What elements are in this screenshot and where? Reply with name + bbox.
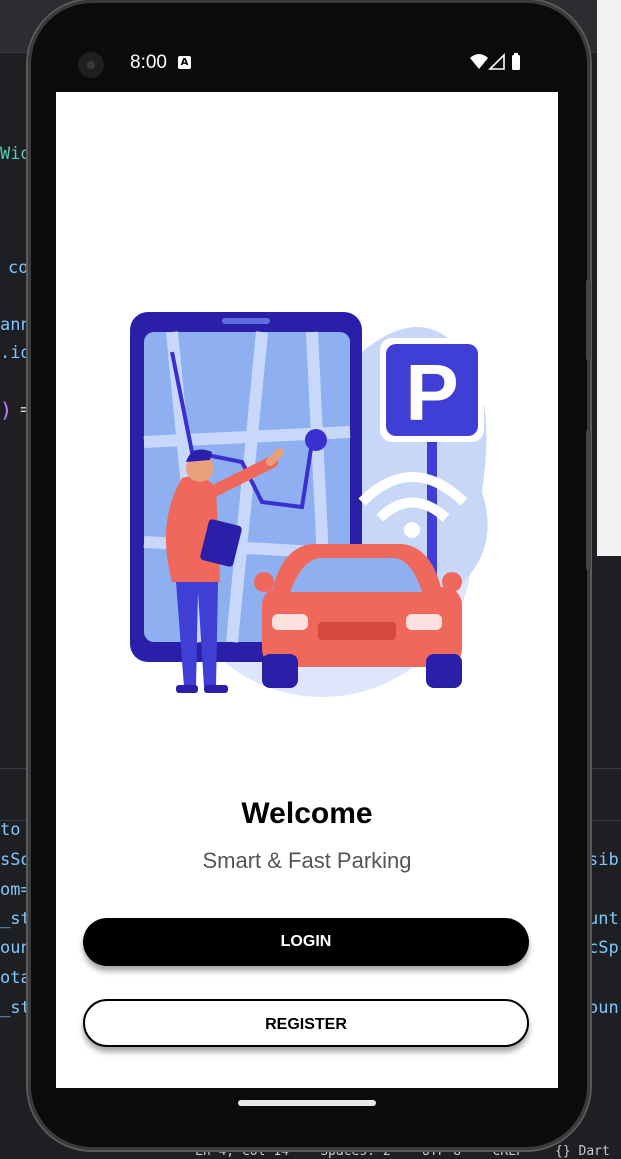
code-fragment: .id — [0, 343, 31, 363]
code-fragment: unt — [588, 909, 619, 929]
front-camera — [78, 52, 104, 78]
gesture-handle[interactable] — [238, 1100, 376, 1106]
a-icon: A — [178, 56, 191, 69]
welcome-title: Welcome — [241, 797, 373, 830]
app-screen: P Welcome Smart & Fast Parking LOGIN REG… — [56, 92, 558, 1088]
ide-preview-panel — [597, 0, 621, 556]
code-fragment: Wid — [0, 144, 31, 164]
code-fragment: ota — [0, 968, 31, 988]
status-time: 8:00 — [130, 52, 167, 73]
power-button[interactable] — [586, 280, 591, 360]
parking-sign-letter: P — [405, 348, 458, 437]
code-fragment: cSp — [588, 938, 619, 958]
code-fragment: oun — [588, 998, 619, 1018]
battery-icon — [512, 55, 520, 70]
status-bar: 8:00 A — [56, 40, 558, 92]
code-fragment: _st — [0, 909, 31, 929]
code-fragment: om= — [0, 880, 31, 900]
system-icons — [470, 53, 520, 70]
code-fragment: ann — [0, 315, 31, 335]
smart-parking-illustration: P — [130, 312, 488, 697]
code-fragment: co — [8, 258, 29, 278]
welcome-subtitle: Smart & Fast Parking — [202, 848, 412, 873]
register-button[interactable]: REGISTER — [83, 999, 529, 1047]
volume-button[interactable] — [586, 430, 591, 570]
login-button[interactable]: LOGIN — [83, 918, 529, 966]
navigation-bar — [56, 1088, 558, 1128]
signal-icon — [488, 53, 505, 70]
code-bracket: ) — [0, 398, 13, 422]
code-fragment: oun — [0, 938, 31, 958]
code-fragment: sib — [588, 850, 619, 870]
wifi-icon — [470, 54, 488, 69]
code-fragment: to — [0, 820, 21, 840]
code-fragment: sSo — [0, 850, 31, 870]
code-fragment: _st — [0, 998, 31, 1018]
